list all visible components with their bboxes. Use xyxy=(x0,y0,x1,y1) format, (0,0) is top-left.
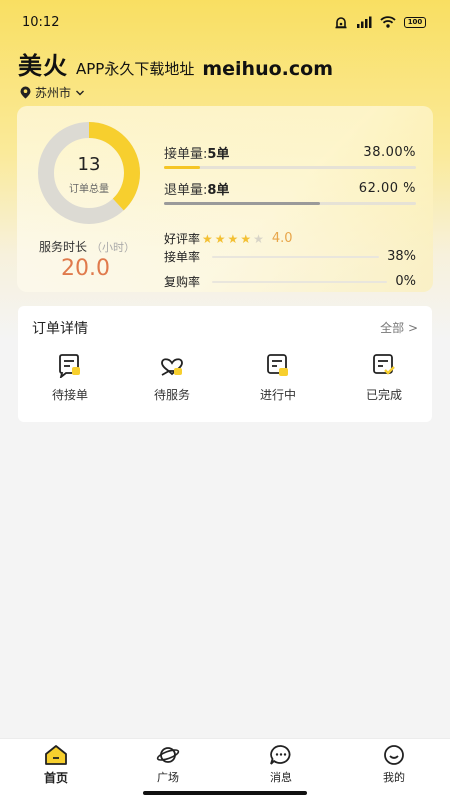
pending-service-icon xyxy=(161,358,183,376)
repurchase-rate-metric: 复购率 0% xyxy=(164,273,416,290)
view-all-orders-link[interactable]: 全部 > xyxy=(380,319,418,336)
accepted-progress-bar xyxy=(164,166,416,169)
acceptance-rate-value: 38% xyxy=(387,249,416,264)
service-duration-value: 20.0 xyxy=(61,256,110,281)
star-icon: ★ xyxy=(253,231,264,246)
location-pin-icon xyxy=(20,86,31,99)
returned-progress-fill xyxy=(164,202,321,205)
home-indicator xyxy=(143,791,307,795)
accepted-progress-fill xyxy=(164,166,201,169)
service-duration-label-text: 服务时长 xyxy=(39,240,88,254)
brand-domain: meihuo.com xyxy=(202,58,333,80)
rating-value: 4.0 xyxy=(271,231,293,246)
acceptance-rate-metric: 接单率 38% xyxy=(164,248,416,265)
location-city: 苏州市 xyxy=(35,86,72,100)
rating-label: 好评率 xyxy=(164,232,201,246)
returned-label-group: 退单量:8单 xyxy=(164,179,229,198)
star-icon: ★ xyxy=(202,231,213,246)
star-icon: ★ xyxy=(240,231,252,246)
status-icons: 100 xyxy=(334,16,426,29)
completed-icon xyxy=(373,354,395,375)
brand-title: 美火 xyxy=(18,52,68,80)
accepted-label: 接单量: xyxy=(164,147,208,162)
app-header: 美火 APP永久下载地址 meihuo.com xyxy=(18,46,333,81)
star-icon: ★ xyxy=(214,231,226,246)
alarm-icon xyxy=(335,16,347,28)
total-orders-label: 订单总量 xyxy=(69,184,109,195)
signal-icon xyxy=(357,16,372,28)
service-duration-label: 服务时长 （小时） xyxy=(39,238,135,255)
tab-messages-label: 消息 xyxy=(270,771,292,784)
rating-stars: ★ ★ ★ ★ ★ xyxy=(202,232,264,246)
completed-label: 已完成 xyxy=(365,388,402,402)
repurchase-track xyxy=(212,280,388,283)
returned-label: 退单量: xyxy=(164,183,208,198)
planet-icon xyxy=(156,747,180,763)
tab-square-label: 广场 xyxy=(157,771,179,784)
message-icon xyxy=(270,745,291,765)
accepted-value: 5单 xyxy=(207,147,230,162)
returned-progress-bar xyxy=(164,202,416,205)
accepted-label-group: 接单量:5单 xyxy=(164,143,229,162)
repurchase-value: 0% xyxy=(395,274,416,289)
returned-percent: 62.00 % xyxy=(358,181,416,196)
battery-icon: 100 xyxy=(404,16,426,28)
order-status-pending-accept[interactable]: 待接单 xyxy=(20,354,120,403)
tab-profile[interactable]: 我的 xyxy=(354,744,434,785)
location-selector[interactable]: 苏州市 xyxy=(20,84,85,101)
repurchase-label: 复购率 xyxy=(164,275,201,289)
order-status-pending-service[interactable]: 待服务 xyxy=(122,354,222,403)
accepted-percent: 38.00% xyxy=(363,145,416,160)
wifi-icon xyxy=(380,16,396,28)
total-orders-value: 13 xyxy=(77,154,101,175)
accepted-orders-metric: 接单量:5单 38.00% xyxy=(164,143,416,169)
status-bar: 10:12 100 xyxy=(0,0,450,44)
chevron-down-icon xyxy=(76,90,85,95)
order-status-completed[interactable]: 已完成 xyxy=(334,354,434,403)
order-total-donut: 13 订单总量 xyxy=(25,120,153,226)
pending-accept-label: 待接单 xyxy=(51,388,88,402)
tab-messages[interactable]: 消息 xyxy=(241,744,321,785)
home-icon xyxy=(45,745,67,765)
tab-profile-label: 我的 xyxy=(383,771,405,784)
service-duration-unit: （小时） xyxy=(91,241,136,254)
order-details-card: 订单详情 全部 > 待接单 待服务 进行中 已完成 xyxy=(18,306,432,422)
acceptance-rate-track xyxy=(212,255,380,258)
status-time: 10:12 xyxy=(22,14,60,30)
tab-home[interactable]: 首页 xyxy=(16,744,96,786)
order-details-title: 订单详情 xyxy=(32,321,88,337)
in-progress-icon xyxy=(267,354,288,376)
returned-value: 8单 xyxy=(207,183,230,198)
stats-card: 13 订单总量 服务时长 （小时） 20.0 接单量:5单 38.00% 退单量:… xyxy=(17,106,433,292)
star-icon: ★ xyxy=(227,231,239,246)
returned-orders-metric: 退单量:8单 62.00 % xyxy=(164,179,416,205)
brand-slogan: APP永久下载地址 xyxy=(76,60,195,78)
profile-icon xyxy=(384,745,404,765)
acceptance-rate-label: 接单率 xyxy=(164,250,201,264)
rating-metric: 好评率 ★ ★ ★ ★ ★ 4.0 xyxy=(164,230,416,247)
tab-square[interactable]: 广场 xyxy=(128,744,208,785)
pending-service-label: 待服务 xyxy=(153,388,190,402)
in-progress-label: 进行中 xyxy=(259,388,296,402)
order-status-in-progress[interactable]: 进行中 xyxy=(228,354,328,403)
pending-accept-icon xyxy=(59,354,80,378)
tab-home-label: 首页 xyxy=(43,771,68,785)
